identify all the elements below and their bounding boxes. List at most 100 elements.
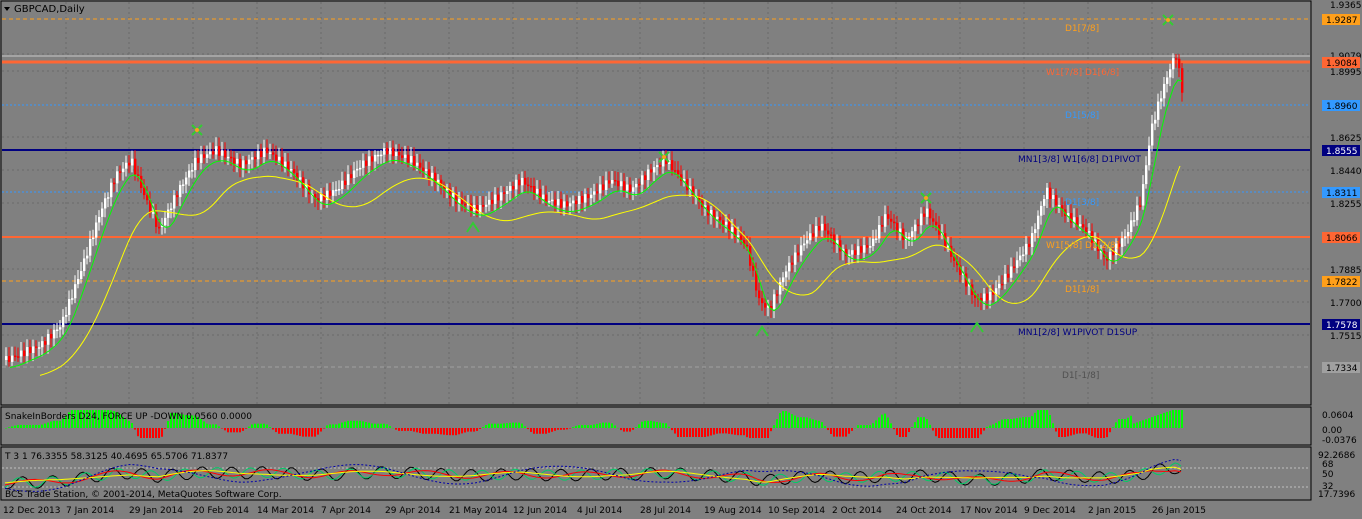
force-bar: [377, 423, 379, 428]
candle-body: [278, 156, 281, 161]
x-tick: 2 Jan 2015: [1088, 506, 1136, 516]
candle-body: [371, 156, 374, 162]
force-bar: [143, 428, 145, 438]
candle-body: [878, 225, 881, 239]
force-bar: [1010, 419, 1012, 428]
force-bar: [428, 428, 430, 434]
candle-body: [329, 190, 332, 196]
candle-body: [773, 294, 776, 310]
force-bar: [1049, 415, 1051, 428]
force-bar: [611, 423, 613, 428]
force-bar: [479, 428, 481, 429]
force-bar: [326, 425, 328, 428]
force-bar: [440, 428, 442, 435]
force-bar: [845, 428, 847, 437]
force-bar: [1145, 419, 1147, 428]
force-bar: [686, 428, 688, 437]
x-tick: 17 Nov 2014: [960, 506, 1018, 516]
candle-body: [1040, 205, 1043, 216]
force-bar: [521, 423, 523, 428]
fractal-dot: [1166, 18, 1170, 22]
force-bar: [278, 428, 280, 434]
candle-body: [800, 245, 803, 256]
force-bar: [659, 422, 661, 428]
force-bar: [677, 428, 679, 437]
force-bar: [212, 424, 214, 428]
force-bar: [527, 428, 529, 430]
candle-body: [1052, 195, 1055, 199]
candle-body: [653, 167, 656, 173]
candle-body: [422, 167, 425, 171]
force-bar: [860, 425, 862, 428]
candle-body: [1046, 187, 1049, 200]
candle-body: [587, 194, 590, 199]
candle-body: [62, 316, 65, 328]
candle-body: [1028, 243, 1031, 247]
candle-body: [506, 191, 509, 194]
candle-body: [1043, 199, 1046, 206]
candle-body: [44, 341, 47, 345]
candle-body: [179, 184, 182, 198]
force-bar: [722, 428, 724, 434]
candle-body: [893, 221, 896, 224]
force-bar: [935, 428, 937, 437]
candle-body: [29, 347, 32, 354]
force-bar: [668, 426, 670, 428]
force-bar: [320, 428, 322, 432]
force-bar: [401, 428, 403, 431]
force-bar: [215, 424, 217, 428]
candle-body: [611, 180, 614, 184]
force-bar: [728, 428, 730, 434]
candle-body: [398, 152, 401, 156]
candle-body: [1112, 251, 1115, 256]
force-bar: [1046, 410, 1048, 428]
candle-body: [416, 162, 419, 166]
level-label: D1[-1/8]: [1062, 371, 1099, 381]
force-bar: [920, 417, 922, 428]
force-bar: [47, 422, 49, 428]
candle-body: [137, 174, 140, 176]
force-bar: [725, 428, 727, 434]
force-bar: [785, 411, 787, 428]
candle-body: [206, 154, 209, 158]
x-tick: 29 Apr 2014: [385, 506, 441, 516]
force-bar: [239, 428, 241, 433]
chart-window[interactable]: GBPCAD,Daily SnakeInBorders D24, FORCE U…: [0, 0, 1362, 519]
candle-body: [245, 160, 248, 165]
force-bar: [833, 428, 835, 437]
force-bar: [1130, 415, 1132, 428]
x-tick: 20 Feb 2014: [193, 506, 249, 516]
candle-body: [989, 291, 992, 301]
force-bar: [803, 417, 805, 428]
candle-body: [350, 174, 353, 178]
force-bar: [614, 425, 616, 428]
candle-body: [47, 334, 50, 345]
force-bar: [8, 427, 10, 428]
candle-body: [518, 179, 521, 186]
force-bar: [134, 428, 136, 430]
candle-body: [920, 213, 923, 226]
force-bar: [707, 428, 709, 437]
force-bar: [32, 424, 34, 428]
candle-body: [812, 233, 815, 237]
x-tick: 19 Aug 2014: [704, 506, 762, 516]
candle-body: [791, 262, 794, 265]
candle-body: [497, 194, 500, 201]
candle-body: [551, 199, 554, 202]
force-bar: [314, 428, 316, 437]
force-bar: [380, 423, 382, 428]
force-bar: [974, 428, 976, 438]
force-bar: [44, 423, 46, 428]
force-bar: [764, 428, 766, 438]
force-bar: [485, 425, 487, 428]
candle-body: [863, 245, 866, 253]
price-box-label: 1.8066: [1326, 234, 1358, 244]
force-bar: [1151, 417, 1153, 428]
candle-body: [1124, 236, 1127, 239]
force-bar: [383, 423, 385, 428]
y-tick: 1.8255: [1330, 200, 1362, 210]
candle-body: [899, 228, 902, 233]
candle-body: [410, 156, 413, 163]
candle-body: [215, 146, 218, 155]
force-bar: [791, 414, 793, 428]
